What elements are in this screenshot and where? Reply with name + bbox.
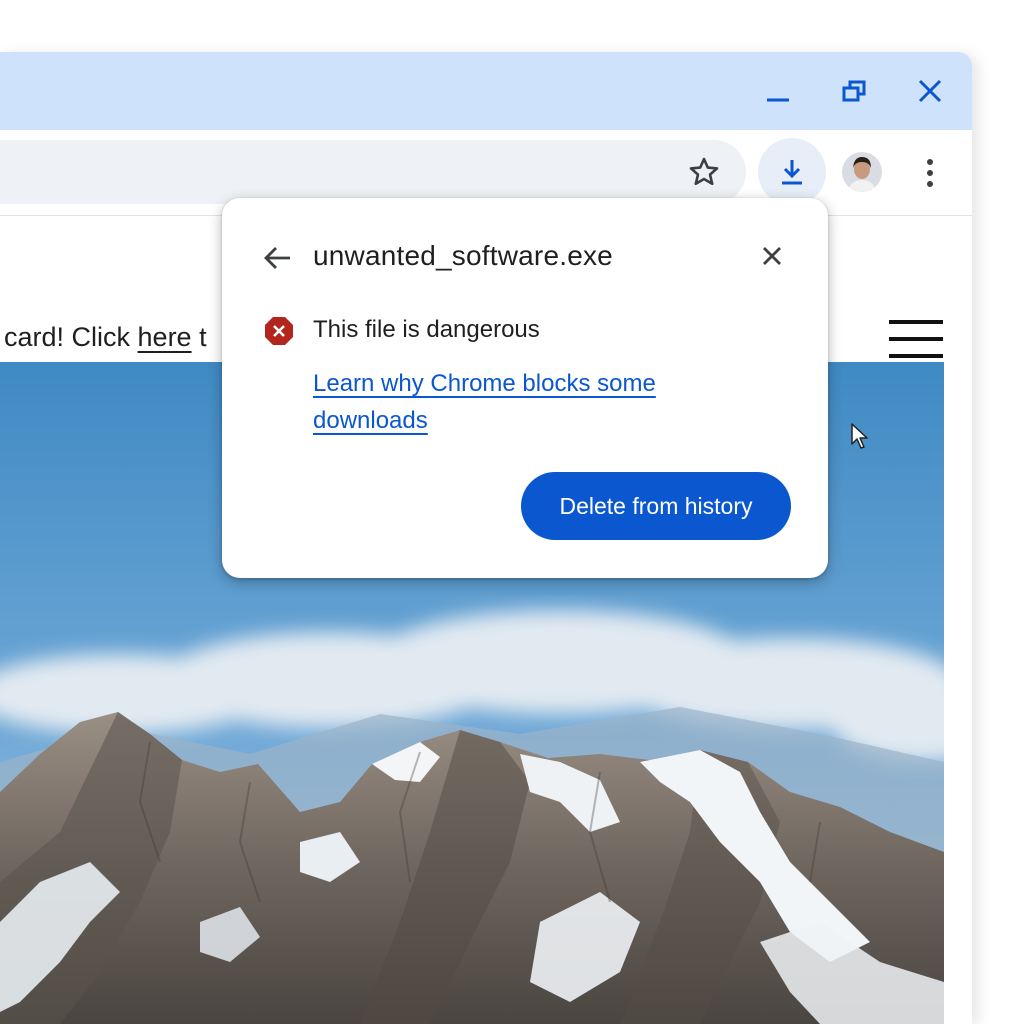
bookmark-star-button[interactable] xyxy=(684,152,724,192)
close-window-button[interactable] xyxy=(910,74,950,110)
mouse-cursor xyxy=(850,422,870,452)
title-bar xyxy=(0,52,972,130)
danger-warning-text: This file is dangerous xyxy=(313,316,540,343)
minimize-icon xyxy=(767,98,789,102)
download-icon xyxy=(782,160,802,185)
kebab-menu-icon xyxy=(927,159,933,187)
close-icon xyxy=(763,247,781,265)
restore-icon xyxy=(842,80,866,102)
close-icon xyxy=(918,79,942,103)
profile-avatar[interactable] xyxy=(842,152,882,192)
arrow-left-icon xyxy=(264,247,290,269)
hamburger-menu-icon xyxy=(889,320,943,358)
back-button[interactable] xyxy=(258,238,298,278)
page-banner-text: card! Click here t xyxy=(4,322,207,353)
site-menu-button[interactable] xyxy=(886,316,946,362)
here-link[interactable]: here xyxy=(138,322,192,352)
cursor-arrow-icon xyxy=(851,423,868,449)
address-bar[interactable] xyxy=(0,140,746,204)
downloads-button[interactable] xyxy=(758,138,826,206)
download-warning-popup: unwanted_software.exe This file is dange… xyxy=(222,198,828,578)
avatar-image xyxy=(842,152,882,192)
learn-why-link[interactable]: Learn why Chrome blocks some downloads xyxy=(313,365,733,439)
star-icon xyxy=(689,157,719,186)
minimize-button[interactable] xyxy=(758,74,798,110)
delete-from-history-button[interactable]: Delete from history xyxy=(521,472,791,540)
restore-button[interactable] xyxy=(834,74,874,110)
file-name-title: unwanted_software.exe xyxy=(313,240,613,271)
more-menu-button[interactable] xyxy=(914,152,946,194)
banner-text-before: card! Click xyxy=(4,322,138,352)
banner-text-after: t xyxy=(191,322,207,352)
close-popup-button[interactable] xyxy=(754,238,790,274)
error-circle-icon xyxy=(264,316,294,346)
